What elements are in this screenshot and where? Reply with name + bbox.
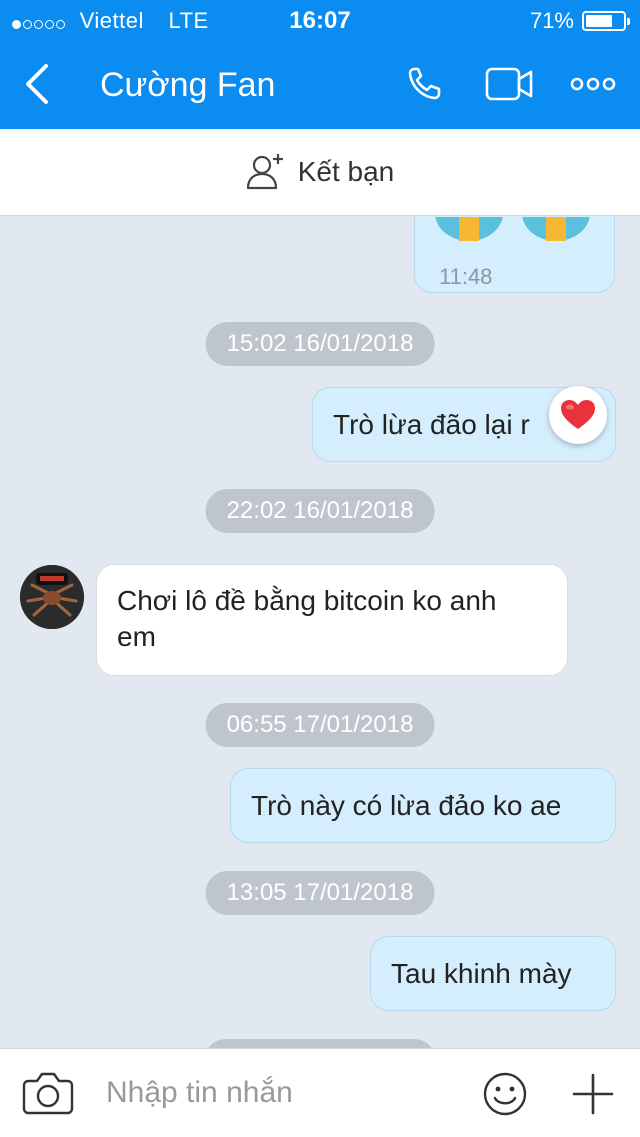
message-text: Trò lừa đão lại r [333, 409, 530, 440]
message-input[interactable]: Nhập tin nhắn [106, 1076, 293, 1110]
call-button[interactable] [404, 64, 456, 104]
timestamp-pill-partial [204, 1039, 436, 1048]
emoji-icon [483, 1072, 527, 1116]
add-friend-button[interactable]: Kết bạn [0, 129, 640, 216]
plus-button[interactable] [572, 1073, 614, 1120]
back-button[interactable] [20, 62, 60, 106]
add-friend-icon [246, 154, 283, 190]
video-call-icon [485, 67, 533, 101]
message-text: Tau khinh mày [391, 958, 572, 989]
more-button[interactable] [568, 64, 620, 104]
outgoing-message[interactable]: Trò này có lừa đảo ko ae [230, 768, 616, 843]
outgoing-message[interactable]: Tau khinh mày [370, 936, 616, 1011]
avatar[interactable] [20, 565, 84, 629]
timestamp-pill: 06:55 17/01/2018 [205, 703, 435, 747]
incoming-message[interactable]: Chơi lô đề bằng bitcoin ko anh em [96, 564, 568, 676]
add-friend-label: Kết bạn [297, 156, 395, 187]
message-text: Trò này có lừa đảo ko ae [251, 790, 562, 821]
message-input-bar: Nhập tin nhắn [0, 1048, 640, 1137]
heart-icon [561, 400, 595, 429]
camera-button[interactable] [22, 1069, 74, 1122]
sticker-message[interactable]: 11:48 [414, 216, 615, 293]
plus-icon [572, 1073, 614, 1115]
message-text-line-1: Chơi lô đề bằng bitcoin ko anh [117, 585, 497, 616]
message-text-line-2: em [117, 621, 156, 652]
chat-area[interactable]: 11:48 15:02 16/01/2018 Trò lừa đão lại r… [0, 216, 640, 1048]
avatar-image [20, 565, 84, 629]
back-icon [26, 64, 48, 104]
timestamp-pill: 15:02 16/01/2018 [205, 322, 435, 366]
status-bar: Viettel LTE 16:07 71% [0, 0, 640, 40]
timestamp-pill: 13:05 17/01/2018 [205, 871, 435, 915]
message-time: 11:48 [439, 264, 493, 289]
status-right: 71% [529, 8, 630, 34]
more-icon [570, 77, 616, 91]
phone-icon [408, 67, 441, 100]
timestamp-pill: 22:02 16/01/2018 [205, 489, 435, 533]
emoji-button[interactable] [482, 1071, 528, 1122]
battery-icon [582, 11, 630, 31]
conversation-title[interactable]: Cường Fan [100, 66, 275, 105]
video-call-button[interactable] [484, 64, 536, 104]
battery-percent: 71% [529, 8, 574, 33]
nav-bar: Cường Fan [0, 40, 640, 129]
reaction-badge[interactable] [549, 386, 607, 444]
camera-icon [22, 1072, 74, 1115]
header: Viettel LTE 16:07 71% Cường Fan [0, 0, 640, 129]
